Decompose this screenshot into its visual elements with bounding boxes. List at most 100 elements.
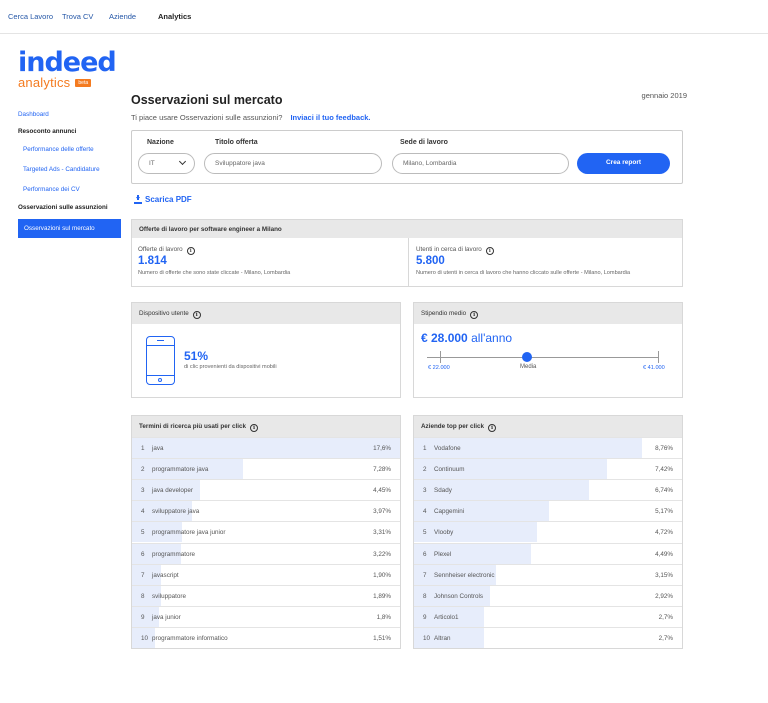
azienda-label: Vodafone <box>434 445 461 452</box>
termine-value: 7,28% <box>373 466 391 474</box>
termine-value: 3,31% <box>373 529 391 537</box>
sidebar-item-performance-offerte[interactable]: Performance delle offerte <box>23 146 94 153</box>
azienda-row: 7 Sennheiser electronic 3,15% <box>414 563 682 585</box>
indeed-analytics-logo[interactable]: indeed analytics beta <box>18 49 117 90</box>
sede-input[interactable]: Milano, Lombardia <box>392 153 569 174</box>
feedback-prompt: Ti piace usare Osservazioni sulle assunz… <box>131 113 371 122</box>
azienda-row: 4 Capgemini 5,17% <box>414 500 682 522</box>
termine-label: sviluppatore java <box>152 508 200 516</box>
info-icon[interactable]: i <box>487 424 496 432</box>
nazione-select[interactable]: IT <box>138 153 195 174</box>
salary-max: € 41.000 <box>643 365 665 371</box>
termine-label: programmatore java <box>152 466 209 474</box>
feedback-link[interactable]: Inviaci il tuo feedback. <box>290 113 370 122</box>
nav-aziende[interactable]: Aziende <box>109 12 136 21</box>
azienda-rank: 2 <box>423 466 427 474</box>
termine-rank: 2 <box>141 466 145 474</box>
azienda-value: 4,49% <box>655 550 673 558</box>
termine-rank: 8 <box>141 592 145 600</box>
scarica-pdf-label: Scarica PDF <box>145 195 192 204</box>
termine-row: 2 programmatore java 7,28% <box>132 458 400 480</box>
azienda-label: Continuum <box>434 466 465 474</box>
termine-label: javascript <box>152 571 179 579</box>
termine-row: 9 java junior 1,8% <box>132 605 400 627</box>
termine-row: 3 java developer 4,45% <box>132 479 400 501</box>
azienda-row: 2 Continuum 7,42% <box>414 458 682 480</box>
report-date: gennaio 2019 <box>641 91 687 100</box>
titolo-input[interactable]: Sviluppatore java <box>204 153 382 174</box>
azienda-value: 8,76% <box>655 445 673 452</box>
azienda-row: 1 Vodafone 8,76% <box>414 437 682 458</box>
utenti-value: 5.800 <box>416 255 445 267</box>
sidebar-item-dashboard[interactable]: Dashboard <box>18 111 49 118</box>
termine-label: programmatore java junior <box>152 529 226 537</box>
nav-trova-cv[interactable]: Trova CV <box>62 12 93 21</box>
termine-row: 8 sviluppatore 1,89% <box>132 584 400 606</box>
termine-row: 6 programmatore 3,22% <box>132 542 400 564</box>
info-icon[interactable]: i <box>470 311 479 319</box>
dispositivo-card-title: Dispositivo utente i <box>132 303 400 324</box>
termine-row: 1 java 17,6% <box>132 437 400 458</box>
azienda-label: Altran <box>434 634 451 642</box>
azienda-label: Johnson Controls <box>434 592 484 600</box>
termine-value: 1,8% <box>376 613 391 621</box>
termine-rank: 4 <box>141 508 145 516</box>
nazione-value: IT <box>149 160 155 167</box>
info-icon[interactable]: i <box>485 247 494 255</box>
termine-value: 1,51% <box>373 634 391 642</box>
logo-product: analytics <box>18 75 71 90</box>
download-icon <box>134 195 142 204</box>
termine-rank: 1 <box>141 445 145 452</box>
chevron-down-icon <box>178 157 187 166</box>
sidebar-item-osservazioni-mercato[interactable]: Osservazioni sul mercato <box>18 219 121 238</box>
crea-report-button[interactable]: Crea report <box>577 153 670 174</box>
termine-label: java junior <box>152 613 181 621</box>
info-icon[interactable]: i <box>249 424 258 432</box>
azienda-value: 4,72% <box>655 529 673 537</box>
termine-label: programmatore <box>152 550 196 558</box>
offerte-desc: Numero di offerte che sono state cliccat… <box>138 270 291 276</box>
salary-min: € 22.000 <box>428 365 450 371</box>
info-icon[interactable]: i <box>186 247 195 255</box>
beta-badge: beta <box>75 79 92 87</box>
termine-label: programmatore informatico <box>152 634 228 642</box>
info-icon[interactable]: i <box>192 311 201 319</box>
termine-label: java developer <box>152 487 193 495</box>
salary-mid-label: Media <box>520 364 537 370</box>
termine-rank: 7 <box>141 571 145 579</box>
sidebar-item-performance-cv[interactable]: Performance dei CV <box>23 186 80 193</box>
azienda-rank: 1 <box>423 445 427 452</box>
azienda-rank: 3 <box>423 487 427 495</box>
azienda-row: 10 Altran 2,7% <box>414 626 682 648</box>
azienda-row: 3 Sdady 6,74% <box>414 479 682 501</box>
nav-cerca-lavoro[interactable]: Cerca Lavoro <box>8 12 53 21</box>
azienda-label: Capgemini <box>434 508 465 516</box>
azienda-value: 6,74% <box>655 487 673 495</box>
salary-amount: € 28.000 all'anno <box>421 331 513 345</box>
salary-range-line <box>427 357 659 358</box>
azienda-rank: 7 <box>423 571 427 579</box>
azienda-row: 9 Articolo1 2,7% <box>414 605 682 627</box>
azienda-row: 8 Johnson Controls 2,92% <box>414 584 682 606</box>
sidebar-item-targeted-ads[interactable]: Targeted Ads - Candidature <box>23 166 100 173</box>
sidebar-section-osservazioni: Osservazioni sulle assunzioni <box>18 204 108 211</box>
azienda-label: Plexel <box>434 550 452 558</box>
offerte-card: Offerte di lavoro per software engineer … <box>131 219 683 287</box>
mobile-desc: di clic provenienti da dispositivi mobil… <box>184 364 277 370</box>
azienda-rank: 9 <box>423 613 427 621</box>
termine-value: 3,22% <box>373 550 391 558</box>
utenti-label: Utenti in cerca di lavoro i <box>416 246 494 255</box>
termine-row: 7 javascript 1,90% <box>132 563 400 585</box>
scarica-pdf-link[interactable]: Scarica PDF <box>134 195 192 204</box>
offerte-card-title: Offerte di lavoro per software engineer … <box>132 220 682 238</box>
mobile-phone-icon <box>146 336 175 385</box>
nav-analytics[interactable]: Analytics <box>158 12 191 21</box>
mobile-percent: 51% <box>184 349 209 363</box>
azienda-rank: 4 <box>423 508 427 516</box>
page-title: Osservazioni sul mercato <box>131 93 283 107</box>
termine-row: 5 programmatore java junior 3,31% <box>132 521 400 543</box>
termini-card-title: Termini di ricerca più usati per click i <box>132 416 400 437</box>
azienda-bar <box>414 543 531 564</box>
termine-value: 17,6% <box>373 445 391 452</box>
termine-rank: 9 <box>141 613 145 621</box>
